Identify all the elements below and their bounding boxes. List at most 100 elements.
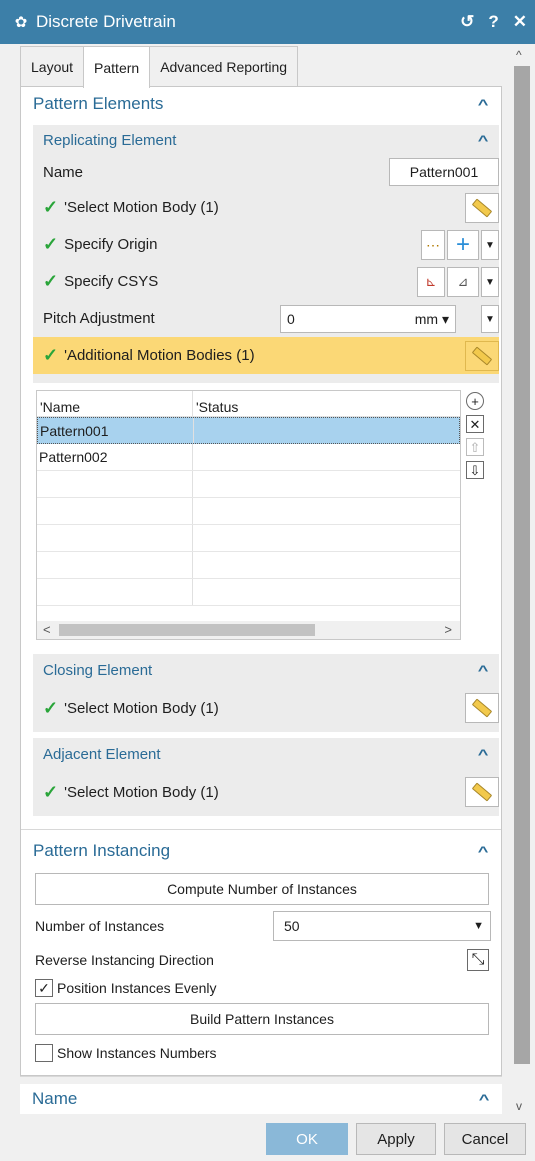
divider [21,829,501,830]
csys-dialog-icon[interactable]: ⊾ [417,267,445,297]
dialog-footer: OK Apply Cancel [0,1117,535,1161]
pencil-icon[interactable] [465,693,499,723]
closing-select-motion-body-label: 'Select Motion Body (1) [64,699,219,717]
pencil-icon[interactable] [465,340,499,371]
scroll-down-icon[interactable]: v [516,1099,522,1113]
empty-row [37,552,460,579]
select-motion-body-row[interactable]: ✓ 'Select Motion Body (1) [33,189,499,226]
scroll-thumb[interactable] [514,66,530,1064]
empty-row [37,498,460,525]
table-header: 'Name 'Status [37,391,460,417]
additional-motion-bodies-row[interactable]: ✓ 'Additional Motion Bodies (1) [33,337,499,374]
replicating-element-header[interactable]: Replicating Element ^ [33,125,499,155]
position-evenly-checkbox[interactable]: ✓ [35,979,53,997]
table-tools: + ✕ ⇧ ⇩ [466,392,486,479]
ok-button[interactable]: OK [266,1123,348,1155]
tab-pattern[interactable]: Pattern [83,46,151,88]
check-icon: ✓ [43,234,59,254]
number-of-instances-label: Number of Instances [35,918,165,934]
scroll-left-icon[interactable]: < [43,622,51,637]
specify-csys-label: Specify CSYS [64,273,159,290]
pattern-tab-panel: Pattern Elements ^ Replicating Element ^… [20,86,502,1076]
chevron-down-icon[interactable]: ▼ [481,267,499,297]
build-pattern-instances-button[interactable]: Build Pattern Instances [35,1003,489,1035]
vertical-scrollbar[interactable]: ^ v [510,44,535,1117]
gear-icon[interactable]: ✿ [12,13,30,31]
collapse-caret-icon[interactable]: ^ [478,132,489,148]
point-dialog-icon[interactable]: ⋯ [421,230,445,260]
column-header-name[interactable]: 'Name [37,391,193,416]
pattern-elements-header[interactable]: Pattern Elements ^ [21,87,501,121]
scroll-thumb[interactable] [59,624,315,636]
pattern-instancing-header[interactable]: Pattern Instancing ^ [21,834,501,868]
position-evenly-row[interactable]: ✓ Position Instances Evenly [35,975,217,1001]
move-up-icon[interactable]: ⇧ [466,438,484,456]
remove-icon[interactable]: ✕ [466,415,484,433]
cell-status [193,444,460,470]
closing-element-title: Closing Element [43,661,153,679]
move-down-icon[interactable]: ⇩ [466,461,484,479]
cell-name: Pattern002 [37,444,193,470]
horizontal-scrollbar[interactable]: < > [37,621,460,639]
help-button[interactable]: ? [488,12,498,32]
specify-origin-row[interactable]: ✓ Specify Origin ⋯ + ▼ [33,226,499,263]
pitch-adjustment-row: Pitch Adjustment 0 mm ▾ ▼ [33,300,499,337]
tab-layout[interactable]: Layout [20,46,85,86]
pencil-icon[interactable] [465,192,499,223]
check-icon: ✓ [43,781,59,802]
collapse-caret-icon[interactable]: ^ [478,662,489,678]
pattern-instancing-title: Pattern Instancing [33,841,171,860]
pitch-adjustment-input[interactable]: 0 mm ▾ [280,305,456,333]
show-numbers-checkbox[interactable] [35,1044,53,1062]
empty-row [37,525,460,552]
specify-csys-row[interactable]: ✓ Specify CSYS ⊾ ⊿ ▼ [33,263,499,300]
table-row[interactable]: Pattern001 [37,417,460,444]
point-crosshair-icon[interactable]: + [447,230,479,260]
tab-advanced-reporting[interactable]: Advanced Reporting [149,46,299,86]
cell-name: Pattern001 [38,418,194,443]
window-title: Discrete Drivetrain [36,12,176,31]
column-header-status[interactable]: 'Status [193,391,460,416]
chevron-down-icon[interactable]: ▼ [481,230,499,260]
check-icon: ✓ [43,197,59,217]
number-of-instances-select[interactable]: 50 ▼ [273,911,491,941]
scroll-up-icon[interactable]: ^ [516,48,522,62]
show-numbers-row[interactable]: Show Instances Numbers [35,1040,217,1066]
apply-button[interactable]: Apply [356,1123,436,1155]
pitch-adjustment-label: Pitch Adjustment [43,310,155,327]
collapse-caret-icon[interactable]: ^ [478,843,489,859]
check-icon: ✓ [43,271,59,291]
name-group-header[interactable]: Name ^ [20,1084,502,1114]
collapse-caret-icon[interactable]: ^ [478,746,489,762]
additional-motion-bodies-label: 'Additional Motion Bodies (1) [64,347,255,364]
collapse-caret-icon[interactable]: ^ [479,1091,490,1107]
unit-select[interactable]: mm ▾ [415,311,449,328]
closing-select-motion-body-row[interactable]: ✓ 'Select Motion Body (1) [33,686,499,730]
chevron-down-icon[interactable]: ▼ [473,920,484,932]
scroll-right-icon[interactable]: > [444,622,452,637]
table-row[interactable]: Pattern002 [37,444,460,471]
name-input[interactable]: Pattern001 [389,158,499,186]
reverse-direction-icon[interactable]: ⤡ [467,949,489,971]
reset-icon[interactable]: ↺ [460,12,474,32]
pencil-icon[interactable] [465,777,499,807]
closing-element-header[interactable]: Closing Element ^ [33,654,499,686]
collapse-caret-icon[interactable]: ^ [478,96,489,112]
compute-number-of-instances-button[interactable]: Compute Number of Instances [35,873,489,905]
show-numbers-label: Show Instances Numbers [57,1045,217,1061]
adjacent-element-header[interactable]: Adjacent Element ^ [33,738,499,770]
adjacent-element-group: Adjacent Element ^ ✓ 'Select Motion Body… [33,738,499,816]
adjacent-select-motion-body-row[interactable]: ✓ 'Select Motion Body (1) [33,770,499,814]
divider [20,1076,502,1077]
chevron-down-icon[interactable]: ▼ [481,305,499,333]
check-icon: ✓ [43,697,59,718]
close-button[interactable]: ✕ [513,12,527,32]
cell-status [194,418,459,443]
csys-axes-icon[interactable]: ⊿ [447,267,479,297]
adjacent-select-motion-body-label: 'Select Motion Body (1) [64,783,219,801]
empty-row [37,579,460,606]
cancel-button[interactable]: Cancel [444,1123,526,1155]
add-icon[interactable]: + [466,392,484,410]
adjacent-element-title: Adjacent Element [43,745,161,763]
tab-strip: Layout Pattern Advanced Reporting [20,46,299,88]
